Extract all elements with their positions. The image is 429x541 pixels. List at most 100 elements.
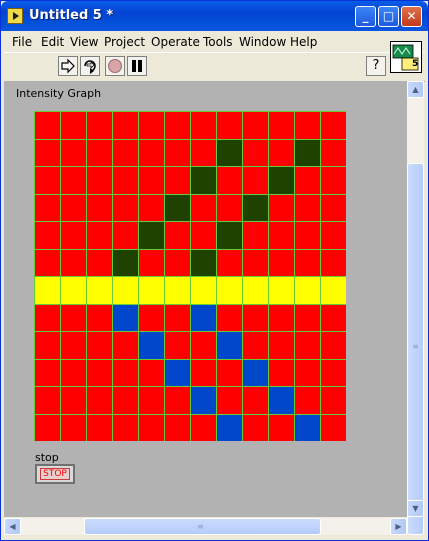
stop-label: stop [35, 451, 59, 464]
scroll-right-arrow-icon[interactable]: ▶ [390, 518, 407, 535]
menu-bar: File Edit View Project Operate Tools Win… [4, 32, 425, 52]
run-arrow-icon [61, 58, 75, 74]
intensity-cell [243, 304, 268, 331]
menu-tools[interactable]: Tools [203, 35, 233, 49]
intensity-cell [165, 277, 190, 304]
intensity-cell [113, 277, 138, 304]
close-button[interactable]: ✕ [401, 6, 422, 27]
run-button[interactable] [58, 56, 78, 76]
minimize-button[interactable]: _ [355, 6, 376, 27]
horizontal-grip-icon: ≡ [197, 522, 204, 531]
window-title: Untitled 5 * [29, 8, 114, 23]
intensity-cell [113, 249, 138, 276]
intensity-cell [165, 359, 190, 386]
scroll-left-arrow-icon[interactable]: ◀ [4, 518, 21, 535]
intensity-cell [243, 139, 268, 166]
intensity-cell [243, 359, 268, 386]
scroll-up-arrow-icon[interactable]: ▲ [407, 81, 424, 98]
intensity-cell [113, 222, 138, 249]
intensity-cell [35, 277, 60, 304]
labview-app-icon [7, 8, 23, 24]
intensity-cell [87, 277, 112, 304]
intensity-cell [61, 222, 86, 249]
vertical-grip-icon: ≡ [412, 342, 419, 351]
menu-edit[interactable]: Edit [41, 35, 64, 49]
pause-button[interactable] [127, 56, 147, 76]
stop-button[interactable]: STOP [35, 464, 75, 484]
context-help-button[interactable]: ? [366, 56, 386, 76]
intensity-cell [87, 139, 112, 166]
intensity-cell [61, 139, 86, 166]
menu-file[interactable]: File [12, 35, 32, 49]
intensity-cell [165, 194, 190, 221]
vertical-scrollbar[interactable]: ▲ ≡ ▼ [407, 81, 424, 535]
menu-operate[interactable]: Operate [151, 35, 200, 49]
intensity-cell [87, 112, 112, 139]
intensity-cell [35, 304, 60, 331]
vi-connector-icon[interactable]: 5 [390, 41, 422, 73]
intensity-cell [321, 304, 346, 331]
intensity-cell [113, 387, 138, 414]
intensity-cell [295, 414, 320, 441]
intensity-cell [61, 277, 86, 304]
intensity-cell [113, 112, 138, 139]
intensity-cell [191, 194, 216, 221]
intensity-cell [191, 359, 216, 386]
intensity-cell [87, 387, 112, 414]
intensity-cell [269, 304, 294, 331]
intensity-cell [269, 387, 294, 414]
intensity-cell [269, 277, 294, 304]
intensity-cell [217, 249, 242, 276]
intensity-cell [269, 194, 294, 221]
intensity-cell [61, 112, 86, 139]
horizontal-scrollbar[interactable]: ◀ ≡ ▶ [4, 518, 407, 535]
intensity-graph-plot-area[interactable] [34, 111, 346, 441]
toolbar: ? [4, 52, 425, 82]
intensity-cell [321, 332, 346, 359]
intensity-cell [191, 167, 216, 194]
intensity-cell [61, 194, 86, 221]
menu-project[interactable]: Project [104, 35, 145, 49]
run-continuously-icon [84, 60, 96, 74]
front-panel: Intensity Graph stop STOP [4, 81, 407, 517]
intensity-cell [61, 304, 86, 331]
intensity-cell [35, 414, 60, 441]
horizontal-scroll-thumb[interactable]: ≡ [84, 518, 321, 535]
intensity-cell [321, 414, 346, 441]
intensity-cell [217, 332, 242, 359]
intensity-cell [295, 139, 320, 166]
intensity-cell [217, 277, 242, 304]
scroll-down-arrow-icon[interactable]: ▼ [407, 500, 424, 517]
abort-execution-button[interactable] [105, 56, 125, 76]
menu-help[interactable]: Help [290, 35, 317, 49]
intensity-cell [191, 139, 216, 166]
intensity-cell [321, 222, 346, 249]
intensity-cell [61, 167, 86, 194]
intensity-cell [139, 304, 164, 331]
intensity-cell [165, 112, 190, 139]
intensity-cell [165, 304, 190, 331]
intensity-cell [243, 414, 268, 441]
intensity-cell [191, 249, 216, 276]
intensity-cell [35, 222, 60, 249]
intensity-cell [321, 277, 346, 304]
intensity-cell [243, 387, 268, 414]
intensity-cell [35, 112, 60, 139]
title-bar[interactable]: Untitled 5 * _ □ ✕ [1, 1, 428, 31]
intensity-graph-label: Intensity Graph [16, 87, 102, 100]
intensity-cell [139, 277, 164, 304]
intensity-cell [191, 222, 216, 249]
intensity-cell [61, 249, 86, 276]
vertical-scroll-thumb[interactable]: ≡ [407, 163, 424, 535]
intensity-cell [217, 112, 242, 139]
intensity-cell [139, 139, 164, 166]
run-continuously-button[interactable] [80, 56, 100, 76]
intensity-cell [243, 249, 268, 276]
intensity-cell [295, 194, 320, 221]
intensity-cell [165, 139, 190, 166]
intensity-cell [295, 222, 320, 249]
menu-window[interactable]: Window [239, 35, 286, 49]
intensity-cell [35, 249, 60, 276]
menu-view[interactable]: View [70, 35, 98, 49]
maximize-button[interactable]: □ [378, 6, 399, 27]
